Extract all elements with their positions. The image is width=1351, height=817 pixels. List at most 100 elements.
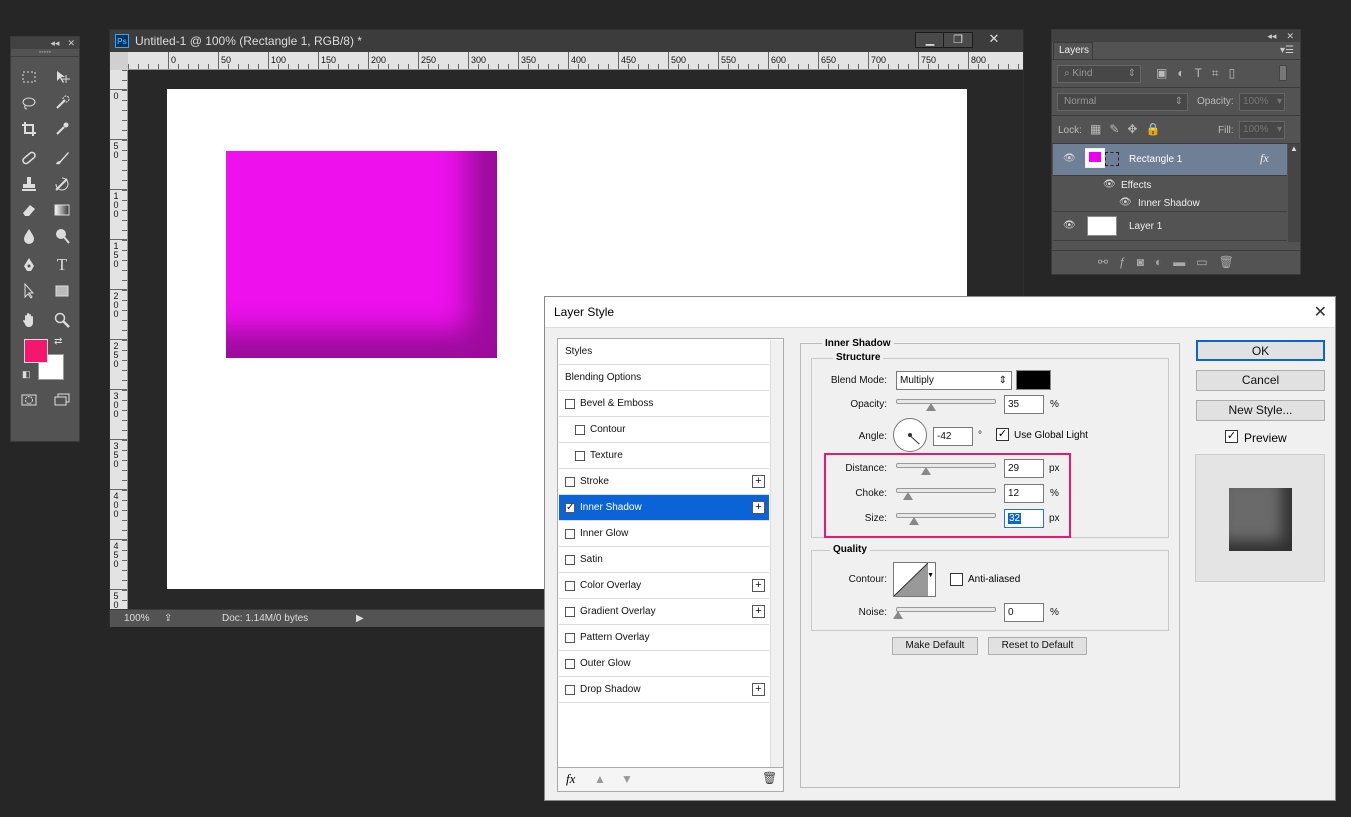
layer-effects-row[interactable]: 👁 Effects	[1053, 176, 1287, 195]
gradient-tool-icon[interactable]	[52, 200, 72, 220]
layer-row-rectangle-1[interactable]: 👁 Rectangle 1 fx	[1053, 144, 1287, 176]
style-list-item[interactable]: Styles	[559, 339, 769, 365]
preview-checkbox[interactable]: ✓	[1225, 430, 1238, 443]
layer-row-layer-1[interactable]: 👁 Layer 1	[1053, 212, 1287, 241]
style-list-item[interactable]: Bevel & Emboss	[559, 391, 769, 417]
style-checkbox[interactable]	[565, 633, 575, 643]
tab-layers[interactable]: Layers	[1053, 42, 1093, 59]
style-checkbox[interactable]	[565, 581, 575, 591]
add-style-instance-button[interactable]: +	[752, 683, 765, 696]
layer-effect-inner-shadow-row[interactable]: 👁 Inner Shadow	[1053, 195, 1287, 212]
style-list-item[interactable]: Drop Shadow +	[559, 677, 769, 703]
zoom-tool-icon[interactable]	[52, 310, 72, 330]
close-icon[interactable]: ✕	[1286, 30, 1294, 42]
style-checkbox[interactable]	[575, 425, 585, 435]
distance-field[interactable]: 29	[1004, 459, 1044, 478]
rectangle-tool-icon[interactable]	[52, 281, 72, 301]
swap-colors-icon[interactable]: ⇄	[54, 336, 62, 347]
blend-mode-select[interactable]: Normal ⇕	[1057, 93, 1188, 111]
visibility-eye-icon[interactable]: 👁	[1103, 179, 1116, 190]
add-style-instance-button[interactable]: +	[752, 475, 765, 488]
lock-icons[interactable]: ▦✎✥🔒	[1090, 122, 1168, 136]
dialog-title[interactable]: Layer Style	[545, 297, 1335, 328]
trash-icon[interactable]: 🗑	[762, 771, 777, 785]
style-list-item[interactable]: Blending Options	[559, 365, 769, 391]
close-icon[interactable]: ✕	[1314, 302, 1327, 322]
use-global-light-checkbox[interactable]: ✓	[996, 428, 1009, 441]
opacity-field[interactable]: 100% ▾	[1239, 93, 1285, 111]
choke-slider[interactable]	[896, 488, 996, 500]
quick-selection-tool-icon[interactable]	[52, 93, 72, 113]
style-list-item[interactable]: Pattern Overlay	[559, 625, 769, 651]
style-list-item[interactable]: Stroke +	[559, 469, 769, 495]
distance-slider[interactable]	[896, 463, 996, 475]
visibility-eye-icon[interactable]: 👁	[1063, 220, 1076, 231]
style-checkbox[interactable]	[565, 555, 575, 565]
close-icon[interactable]: ✕	[67, 37, 75, 49]
visibility-eye-icon[interactable]: 👁	[1063, 153, 1076, 164]
blend-mode-select[interactable]: Multiply ⇕	[896, 371, 1012, 390]
default-colors-icon[interactable]: ◧	[22, 369, 31, 380]
size-slider[interactable]	[896, 513, 996, 525]
lasso-tool-icon[interactable]	[19, 93, 39, 113]
collapse-icon[interactable]: ◂◂	[50, 37, 59, 49]
screen-mode-icon[interactable]	[52, 390, 72, 410]
style-list-item[interactable]: Color Overlay +	[559, 573, 769, 599]
style-list-item[interactable]: Gradient Overlay +	[559, 599, 769, 625]
blur-tool-icon[interactable]	[19, 226, 39, 246]
zoom-level[interactable]: 100%	[124, 613, 164, 624]
add-style-instance-button[interactable]: +	[752, 501, 765, 514]
filter-kind-select[interactable]: ⌕ Kind ⇕	[1057, 65, 1141, 83]
style-checkbox[interactable]	[565, 477, 575, 487]
style-checkbox[interactable]	[575, 451, 585, 461]
pen-tool-icon[interactable]	[19, 255, 39, 275]
type-tool-icon[interactable]: T	[52, 255, 72, 275]
healing-brush-tool-icon[interactable]	[19, 148, 39, 168]
style-list-item[interactable]: Outer Glow	[559, 651, 769, 677]
noise-slider[interactable]	[893, 607, 996, 619]
anti-aliased-checkbox[interactable]	[950, 573, 963, 586]
noise-field[interactable]: 0	[1004, 603, 1044, 622]
opacity-slider-thumb[interactable]	[926, 403, 936, 411]
history-brush-tool-icon[interactable]	[52, 174, 72, 194]
move-down-icon[interactable]: ▼	[621, 772, 633, 786]
ok-button[interactable]: OK	[1196, 340, 1325, 361]
eraser-tool-icon[interactable]	[19, 200, 39, 220]
quick-mask-icon[interactable]	[19, 390, 39, 410]
layer-name[interactable]: Layer 1	[1129, 221, 1162, 232]
make-default-button[interactable]: Make Default	[892, 637, 978, 655]
style-checkbox[interactable]	[565, 399, 575, 409]
style-list-item[interactable]: Texture	[559, 443, 769, 469]
ruler-origin[interactable]	[110, 52, 128, 70]
add-style-instance-button[interactable]: +	[752, 579, 765, 592]
clone-stamp-tool-icon[interactable]	[19, 174, 39, 194]
style-list-item[interactable]: Satin	[559, 547, 769, 573]
fx-menu-icon[interactable]: fx	[566, 771, 575, 787]
style-checkbox[interactable]	[565, 685, 575, 695]
path-selection-tool-icon[interactable]	[19, 281, 39, 301]
hand-tool-icon[interactable]	[19, 310, 39, 330]
choke-slider-thumb[interactable]	[903, 492, 913, 500]
vertical-ruler[interactable]: 0 50 100 150 200 250 300 350 400 450 500	[110, 70, 128, 610]
style-list-item[interactable]: Contour	[559, 417, 769, 443]
rectangle-1-shape[interactable]	[226, 151, 497, 358]
marquee-tool-icon[interactable]	[19, 67, 39, 87]
visibility-eye-icon[interactable]: 👁	[1119, 197, 1132, 208]
opacity-slider[interactable]	[896, 399, 996, 411]
eyedropper-tool-icon[interactable]	[52, 119, 72, 139]
layers-footer-icons[interactable]: ⚯ƒ◙◐▬▭🗑	[1052, 250, 1300, 274]
share-icon[interactable]: ⇪	[164, 613, 222, 624]
size-field[interactable]: 32	[1004, 509, 1044, 528]
opacity-field[interactable]: 35	[1004, 395, 1044, 414]
styles-list-scrollbar[interactable]	[770, 340, 783, 767]
filter-toggle[interactable]	[1279, 65, 1287, 81]
cancel-button[interactable]: Cancel	[1196, 370, 1325, 391]
fill-field[interactable]: 100% ▾	[1239, 121, 1285, 139]
reset-to-default-button[interactable]: Reset to Default	[988, 637, 1087, 655]
close-button[interactable]: ✕	[976, 32, 1012, 48]
style-checkbox[interactable]	[565, 529, 575, 539]
horizontal-ruler[interactable]: 0 50 100 150 200 250 300 350 400 450 500 550 600 650 7…	[128, 52, 1023, 70]
style-checkbox[interactable]	[565, 659, 575, 669]
fx-badge[interactable]: fx	[1260, 151, 1269, 166]
shadow-color-swatch[interactable]	[1016, 370, 1051, 390]
